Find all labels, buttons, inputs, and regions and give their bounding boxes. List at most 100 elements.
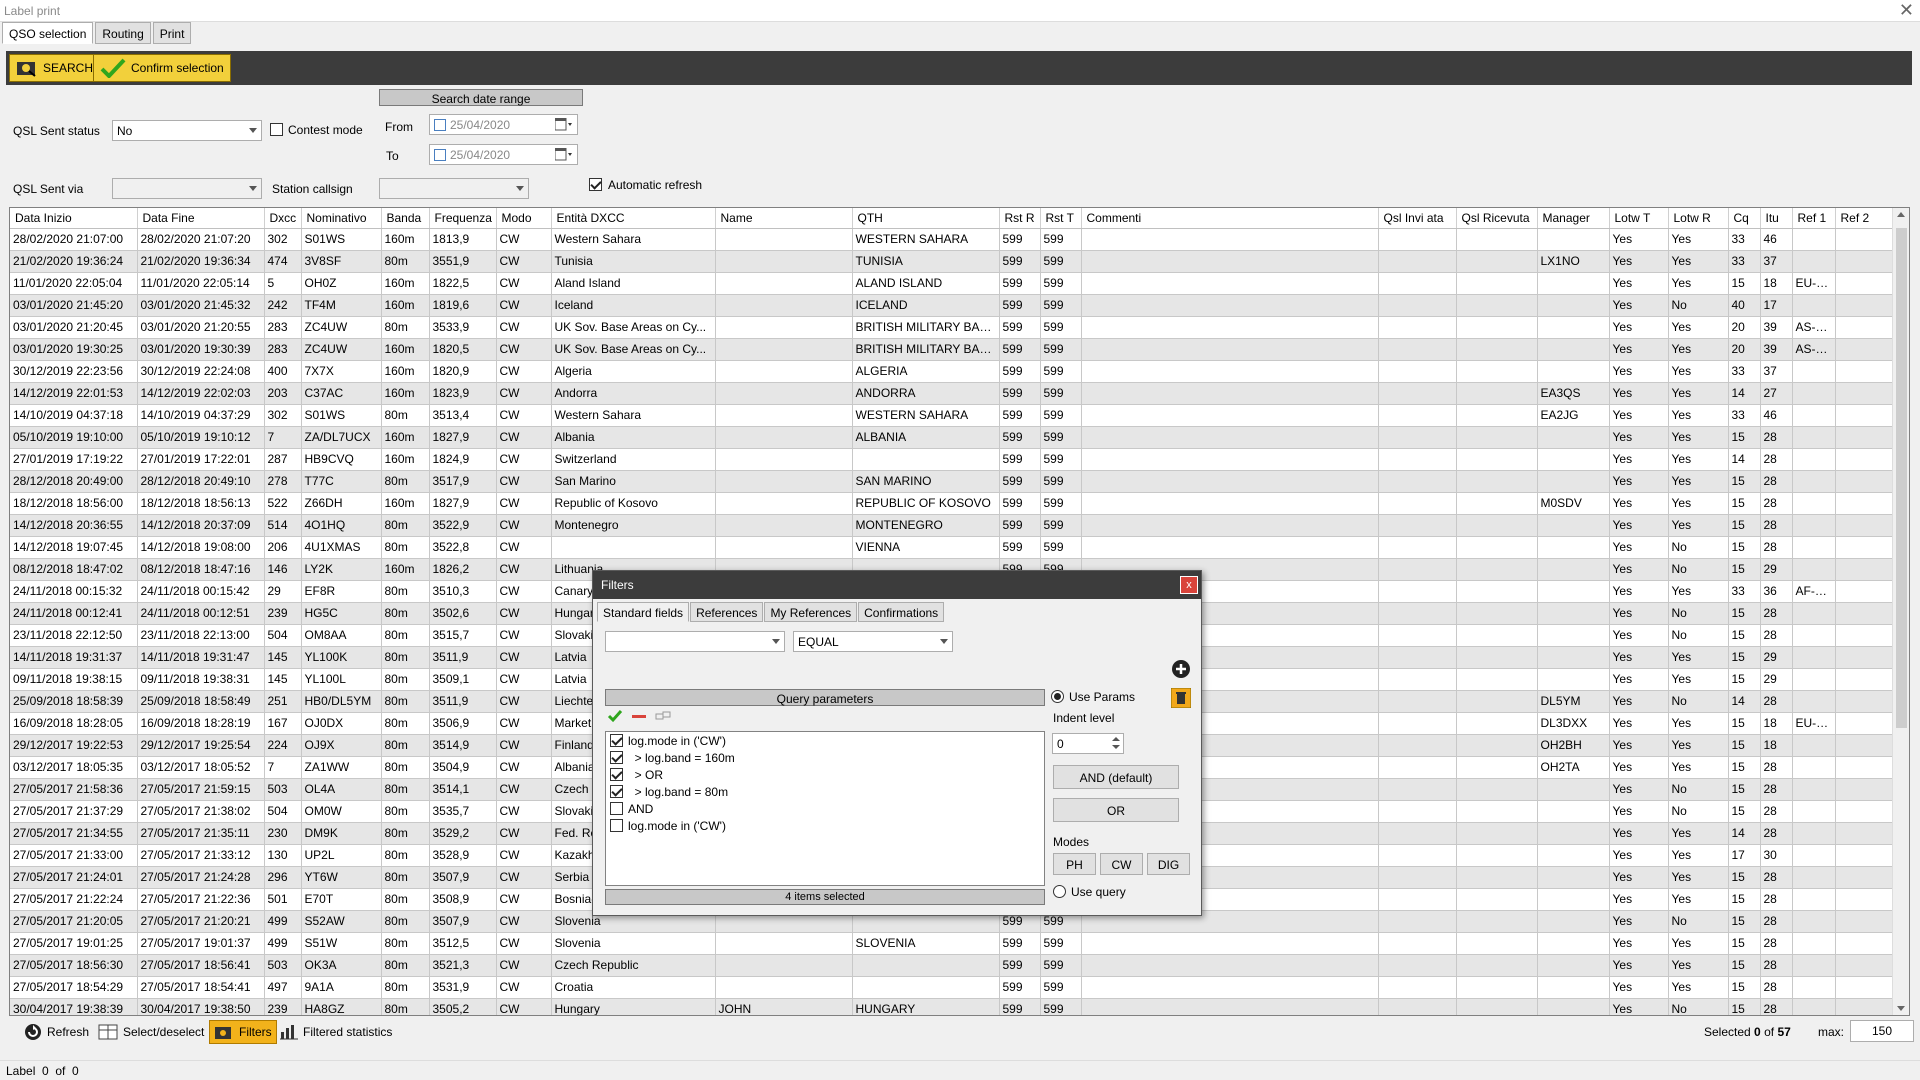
filters-dialog-titlebar[interactable]: Filters x: [593, 571, 1201, 599]
query-item-checkbox[interactable]: [610, 802, 623, 815]
from-date-picker[interactable]: 25/04/2020: [429, 114, 578, 135]
table-row[interactable]: 27/01/2019 17:19:22 27/01/2019 17:22:01 28…: [10, 448, 1895, 471]
column-header[interactable]: Rst T: [1040, 208, 1082, 229]
filtered-statistics-button[interactable]: Filtered statistics: [276, 1020, 396, 1044]
table-row[interactable]: 28/12/2018 20:49:00 28/12/2018 20:49:10 27…: [10, 470, 1895, 493]
use-query-radio[interactable]: [1053, 885, 1066, 898]
select-deselect-button[interactable]: Select/deselect: [94, 1020, 208, 1044]
column-header[interactable]: Itu: [1760, 208, 1793, 229]
from-date-checkbox[interactable]: [434, 119, 446, 131]
calendar-icon[interactable]: [555, 118, 573, 131]
spinner-arrows-icon[interactable]: [1111, 735, 1121, 751]
calendar-icon[interactable]: [555, 148, 573, 161]
column-header[interactable]: Qsl Invi ata: [1378, 208, 1457, 229]
column-header[interactable]: Data Inizio: [10, 208, 138, 229]
column-header[interactable]: Ref 2: [1835, 208, 1895, 229]
table-row[interactable]: 28/02/2020 21:07:00 28/02/2020 21:07:20 30…: [10, 228, 1895, 251]
trash-icon[interactable]: [1171, 688, 1191, 708]
link-icon[interactable]: [655, 709, 671, 723]
query-item-checkbox[interactable]: [610, 819, 623, 832]
query-items-list[interactable]: log.mode in ('CW') > log.band = 160m > O…: [605, 731, 1045, 886]
max-input[interactable]: 150: [1850, 1020, 1914, 1042]
table-row[interactable]: 03/01/2020 21:20:45 03/01/2020 21:20:55 28…: [10, 316, 1895, 339]
tab-print[interactable]: Print: [152, 22, 192, 44]
mode-cw-button[interactable]: CW: [1100, 853, 1143, 875]
column-header[interactable]: Nominativo: [301, 208, 382, 229]
contest-mode-checkbox[interactable]: [270, 123, 283, 136]
column-header[interactable]: Commenti: [1081, 208, 1379, 229]
table-row[interactable]: 03/01/2020 19:30:25 03/01/2020 19:30:39 28…: [10, 338, 1895, 361]
filters-button[interactable]: Filters: [209, 1020, 277, 1044]
column-header[interactable]: Manager: [1537, 208, 1610, 229]
confirm-selection-button[interactable]: Confirm selection: [93, 54, 231, 82]
table-row[interactable]: 18/12/2018 18:56:00 18/12/2018 18:56:13 52…: [10, 492, 1895, 515]
tab-routing[interactable]: Routing: [95, 22, 151, 44]
column-header[interactable]: Qsl Ricevuta: [1456, 208, 1538, 229]
column-header[interactable]: Name: [715, 208, 853, 229]
operator-select[interactable]: EQUAL: [793, 631, 953, 652]
mode-ph-button[interactable]: PH: [1053, 853, 1096, 875]
column-header[interactable]: Entità DXCC: [551, 208, 716, 229]
query-item-checkbox[interactable]: [610, 734, 623, 747]
column-header[interactable]: QTH: [852, 208, 1000, 229]
column-header[interactable]: Lotw T: [1609, 208, 1669, 229]
search-button[interactable]: SEARCH: [9, 54, 101, 82]
column-header[interactable]: Lotw R: [1668, 208, 1729, 229]
scroll-up-icon[interactable]: [1897, 212, 1905, 217]
query-item-checkbox[interactable]: [610, 751, 623, 764]
scroll-down-icon[interactable]: [1897, 1006, 1905, 1011]
tab-qso-selection[interactable]: QSO selection: [2, 22, 94, 44]
table-row[interactable]: 14/12/2018 19:07:45 14/12/2018 19:08:00 20…: [10, 536, 1895, 559]
apply-check-icon[interactable]: [607, 709, 623, 723]
refresh-button[interactable]: Refresh: [20, 1020, 93, 1044]
tab-my-references[interactable]: My References: [764, 602, 858, 622]
column-header[interactable]: Ref 1: [1792, 208, 1836, 229]
dialog-close-icon[interactable]: x: [1180, 576, 1198, 594]
table-row[interactable]: 27/05/2017 18:56:30 27/05/2017 18:56:41 50…: [10, 954, 1895, 977]
automatic-refresh-checkbox[interactable]: [589, 178, 602, 191]
table-row[interactable]: 21/02/2020 19:36:24 21/02/2020 19:36:34 47…: [10, 250, 1895, 273]
tab-confirmations[interactable]: Confirmations: [858, 602, 945, 622]
table-row[interactable]: 30/04/2017 19:38:39 30/04/2017 19:38:50 23…: [10, 998, 1895, 1015]
indent-level-spinner[interactable]: 0: [1052, 733, 1124, 754]
column-header[interactable]: Dxcc: [264, 208, 302, 229]
list-item[interactable]: > log.band = 160m: [606, 749, 1044, 766]
to-date-checkbox[interactable]: [434, 149, 446, 161]
or-button[interactable]: OR: [1053, 798, 1179, 822]
column-header[interactable]: Frequenza: [429, 208, 497, 229]
list-item[interactable]: > log.band = 80m: [606, 783, 1044, 800]
use-params-radio[interactable]: [1051, 690, 1064, 703]
and-default-button[interactable]: AND (default): [1053, 765, 1179, 789]
to-date-picker[interactable]: 25/04/2020: [429, 144, 578, 165]
table-row[interactable]: 14/12/2019 22:01:53 14/12/2019 22:02:03 20…: [10, 382, 1895, 405]
table-row[interactable]: 11/01/2020 22:05:04 11/01/2020 22:05:14 5 O…: [10, 272, 1895, 295]
qsl-sent-status-select[interactable]: No: [112, 120, 262, 141]
station-callsign-select[interactable]: [379, 178, 529, 199]
add-filter-icon[interactable]: [1171, 659, 1191, 679]
table-row[interactable]: 03/01/2020 21:45:20 03/01/2020 21:45:32 24…: [10, 294, 1895, 317]
list-item[interactable]: log.mode in ('CW'): [606, 817, 1044, 834]
list-item[interactable]: AND: [606, 800, 1044, 817]
column-header[interactable]: Data Fine: [137, 208, 265, 229]
vertical-scrollbar[interactable]: [1892, 208, 1909, 1015]
table-row[interactable]: 30/12/2019 22:23:56 30/12/2019 22:24:08 40…: [10, 360, 1895, 383]
column-header[interactable]: Cq: [1728, 208, 1761, 229]
window-close-icon[interactable]: ✕: [1899, 1, 1914, 19]
table-row[interactable]: 27/05/2017 18:54:29 27/05/2017 18:54:41 49…: [10, 976, 1895, 999]
column-header[interactable]: Rst R: [999, 208, 1041, 229]
remove-minus-icon[interactable]: [631, 709, 647, 723]
scrollbar-thumb[interactable]: [1896, 228, 1907, 728]
list-item[interactable]: log.mode in ('CW'): [606, 732, 1044, 749]
query-item-checkbox[interactable]: [610, 768, 623, 781]
table-row[interactable]: 05/10/2019 19:10:00 05/10/2019 19:10:12 7 Z…: [10, 426, 1895, 449]
table-row[interactable]: 14/10/2019 04:37:18 14/10/2019 04:37:29 30…: [10, 404, 1895, 427]
list-item[interactable]: > OR: [606, 766, 1044, 783]
tab-references[interactable]: References: [690, 602, 764, 622]
table-row[interactable]: 27/05/2017 19:01:25 27/05/2017 19:01:37 49…: [10, 932, 1895, 955]
table-row[interactable]: 14/12/2018 20:36:55 14/12/2018 20:37:09 51…: [10, 514, 1895, 537]
column-header[interactable]: Banda: [381, 208, 430, 229]
field-select[interactable]: [605, 631, 785, 652]
query-item-checkbox[interactable]: [610, 785, 623, 798]
tab-standard-fields[interactable]: Standard fields: [597, 602, 690, 622]
qsl-sent-via-select[interactable]: [112, 178, 262, 199]
